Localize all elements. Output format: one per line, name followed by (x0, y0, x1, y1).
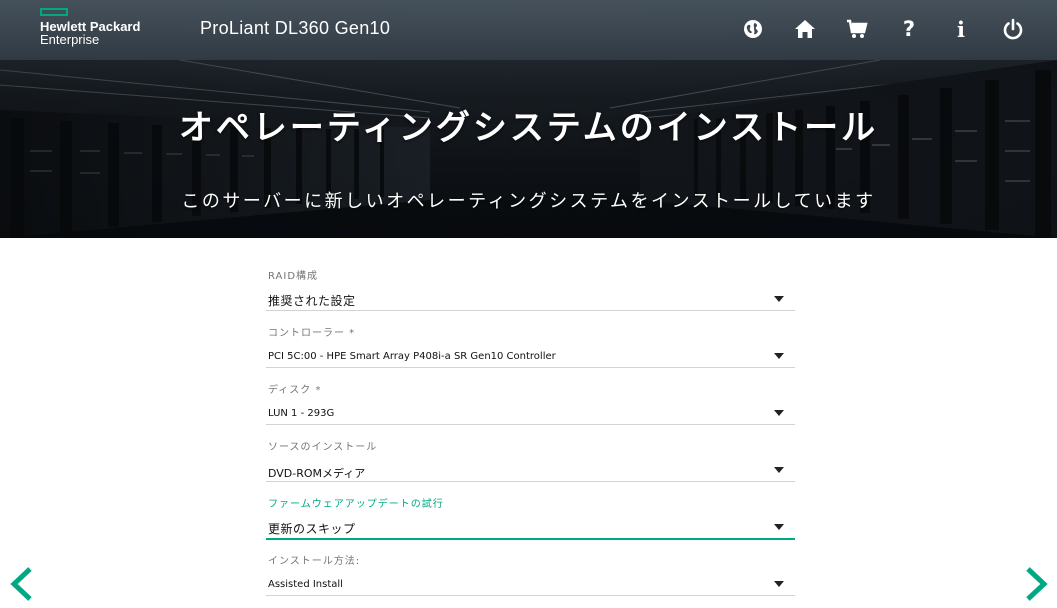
disk-value: LUN 1 - 293G (268, 408, 335, 419)
page-title: オペレーティングシステムのインストール (178, 108, 879, 148)
page-subtitle: このサーバーに新しいオペレーティングシステムをインストールしています (181, 191, 876, 212)
field-controller: コントローラー * PCI 5C:00 - HPE Smart Array P4… (266, 319, 795, 376)
caret-down-icon (774, 581, 784, 587)
firmware-update-value: 更新のスキップ (268, 522, 356, 536)
install-source-label: ソースのインストール (268, 442, 378, 453)
disk-select[interactable]: LUN 1 - 293G (266, 402, 795, 425)
raid-config-select[interactable]: 推奨された設定 (266, 288, 795, 311)
caret-down-icon (774, 353, 784, 359)
caret-down-icon (774, 296, 784, 302)
firmware-update-select[interactable]: 更新のスキップ (266, 516, 795, 540)
help-icon[interactable]: ? (895, 15, 923, 43)
field-install-source: ソースのインストール DVD-ROMメディア (266, 433, 795, 490)
raid-config-label: RAID構成 (268, 271, 319, 282)
install-source-select[interactable]: DVD-ROMメディア (266, 459, 795, 482)
top-bar: Hewlett Packard Enterprise ProLiant DL36… (0, 0, 1057, 60)
previous-button[interactable] (6, 566, 36, 602)
install-method-select[interactable]: Assisted Install (266, 573, 795, 596)
field-install-method: インストール方法: Assisted Install (266, 547, 795, 604)
caret-down-icon (774, 467, 784, 473)
product-name: ProLiant DL360 Gen10 (200, 18, 391, 38)
hpe-logo-mark (40, 8, 68, 16)
install-form: RAID構成 推奨された設定 コントローラー * PCI 5C:00 - HPE… (266, 262, 795, 604)
field-firmware-update: ファームウェアアップデートの試行 更新のスキップ (266, 490, 795, 547)
hero-banner: Hewlett Packard Enterprise ProLiant DL36… (0, 0, 1057, 238)
field-raid-config: RAID構成 推奨された設定 (266, 262, 795, 319)
controller-label: コントローラー * (268, 328, 356, 339)
controller-value: PCI 5C:00 - HPE Smart Array P408i-a SR G… (268, 351, 556, 362)
cart-icon[interactable] (843, 15, 871, 43)
install-method-value: Assisted Install (268, 579, 343, 590)
disk-label: ディスク * (268, 385, 322, 396)
hpe-logo[interactable]: Hewlett Packard Enterprise (40, 8, 140, 46)
raid-config-value: 推奨された設定 (268, 294, 356, 308)
header-actions: ? i (715, 15, 1027, 43)
logo-line2: Enterprise (40, 32, 100, 47)
field-disk: ディスク * LUN 1 - 293G (266, 376, 795, 433)
firmware-update-label: ファームウェアアップデートの試行 (268, 499, 444, 510)
install-method-label: インストール方法: (268, 556, 361, 567)
caret-down-icon (774, 410, 784, 416)
caret-down-icon (774, 524, 784, 530)
chevron-left-icon (10, 567, 32, 601)
globe-icon[interactable] (739, 15, 767, 43)
home-icon[interactable] (791, 15, 819, 43)
next-button[interactable] (1022, 566, 1052, 602)
power-icon[interactable] (999, 15, 1027, 43)
controller-select[interactable]: PCI 5C:00 - HPE Smart Array P408i-a SR G… (266, 345, 795, 368)
info-icon[interactable]: i (947, 15, 975, 43)
install-source-value: DVD-ROMメディア (268, 467, 366, 480)
chevron-right-icon (1026, 567, 1048, 601)
